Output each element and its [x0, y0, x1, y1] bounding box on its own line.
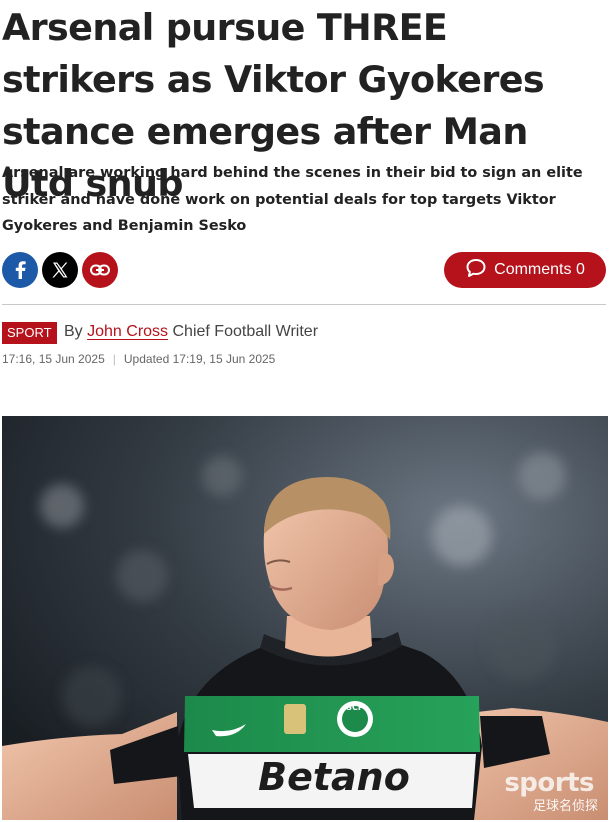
- watermark-sub: 足球名侦探: [532, 799, 598, 814]
- byline-text: By John Cross Chief Football Writer: [64, 323, 318, 341]
- meta-separator: |: [112, 352, 116, 366]
- share-x-button[interactable]: [42, 252, 78, 288]
- timestamps: 17:16, 15 Jun 2025 | Updated 17:19, 15 J…: [2, 352, 275, 366]
- divider: [2, 304, 606, 305]
- byline-prefix: By: [64, 323, 83, 340]
- updated-time: Updated 17:19, 15 Jun 2025: [123, 352, 276, 366]
- speech-bubble-icon: [465, 258, 487, 283]
- comments-button[interactable]: Comments 0: [444, 252, 606, 288]
- published-time: 17:16, 15 Jun 2025: [2, 352, 105, 366]
- share-facebook-button[interactable]: [2, 252, 38, 288]
- share-link-button[interactable]: [82, 252, 118, 288]
- author-link[interactable]: John Cross: [87, 323, 168, 340]
- share-bar: Comments 0: [2, 252, 606, 288]
- hero-image: SCP Betano sports 足球名侦探: [2, 416, 608, 820]
- author-role: Chief Football Writer: [172, 323, 319, 340]
- hero-photo: SCP Betano: [2, 416, 608, 820]
- section-badge[interactable]: SPORT: [2, 322, 57, 344]
- watermark: sports: [504, 768, 594, 798]
- crest-text: SCP: [346, 703, 364, 712]
- link-icon: [90, 264, 110, 276]
- x-icon: [51, 261, 69, 279]
- standfirst: Arsenal are working hard behind the scen…: [2, 165, 583, 234]
- shirt-sponsor: Betano: [258, 755, 410, 799]
- byline: SPORT By John Cross Chief Football Write…: [2, 322, 606, 346]
- comments-label: Comments 0: [494, 261, 585, 278]
- facebook-icon: [13, 261, 27, 279]
